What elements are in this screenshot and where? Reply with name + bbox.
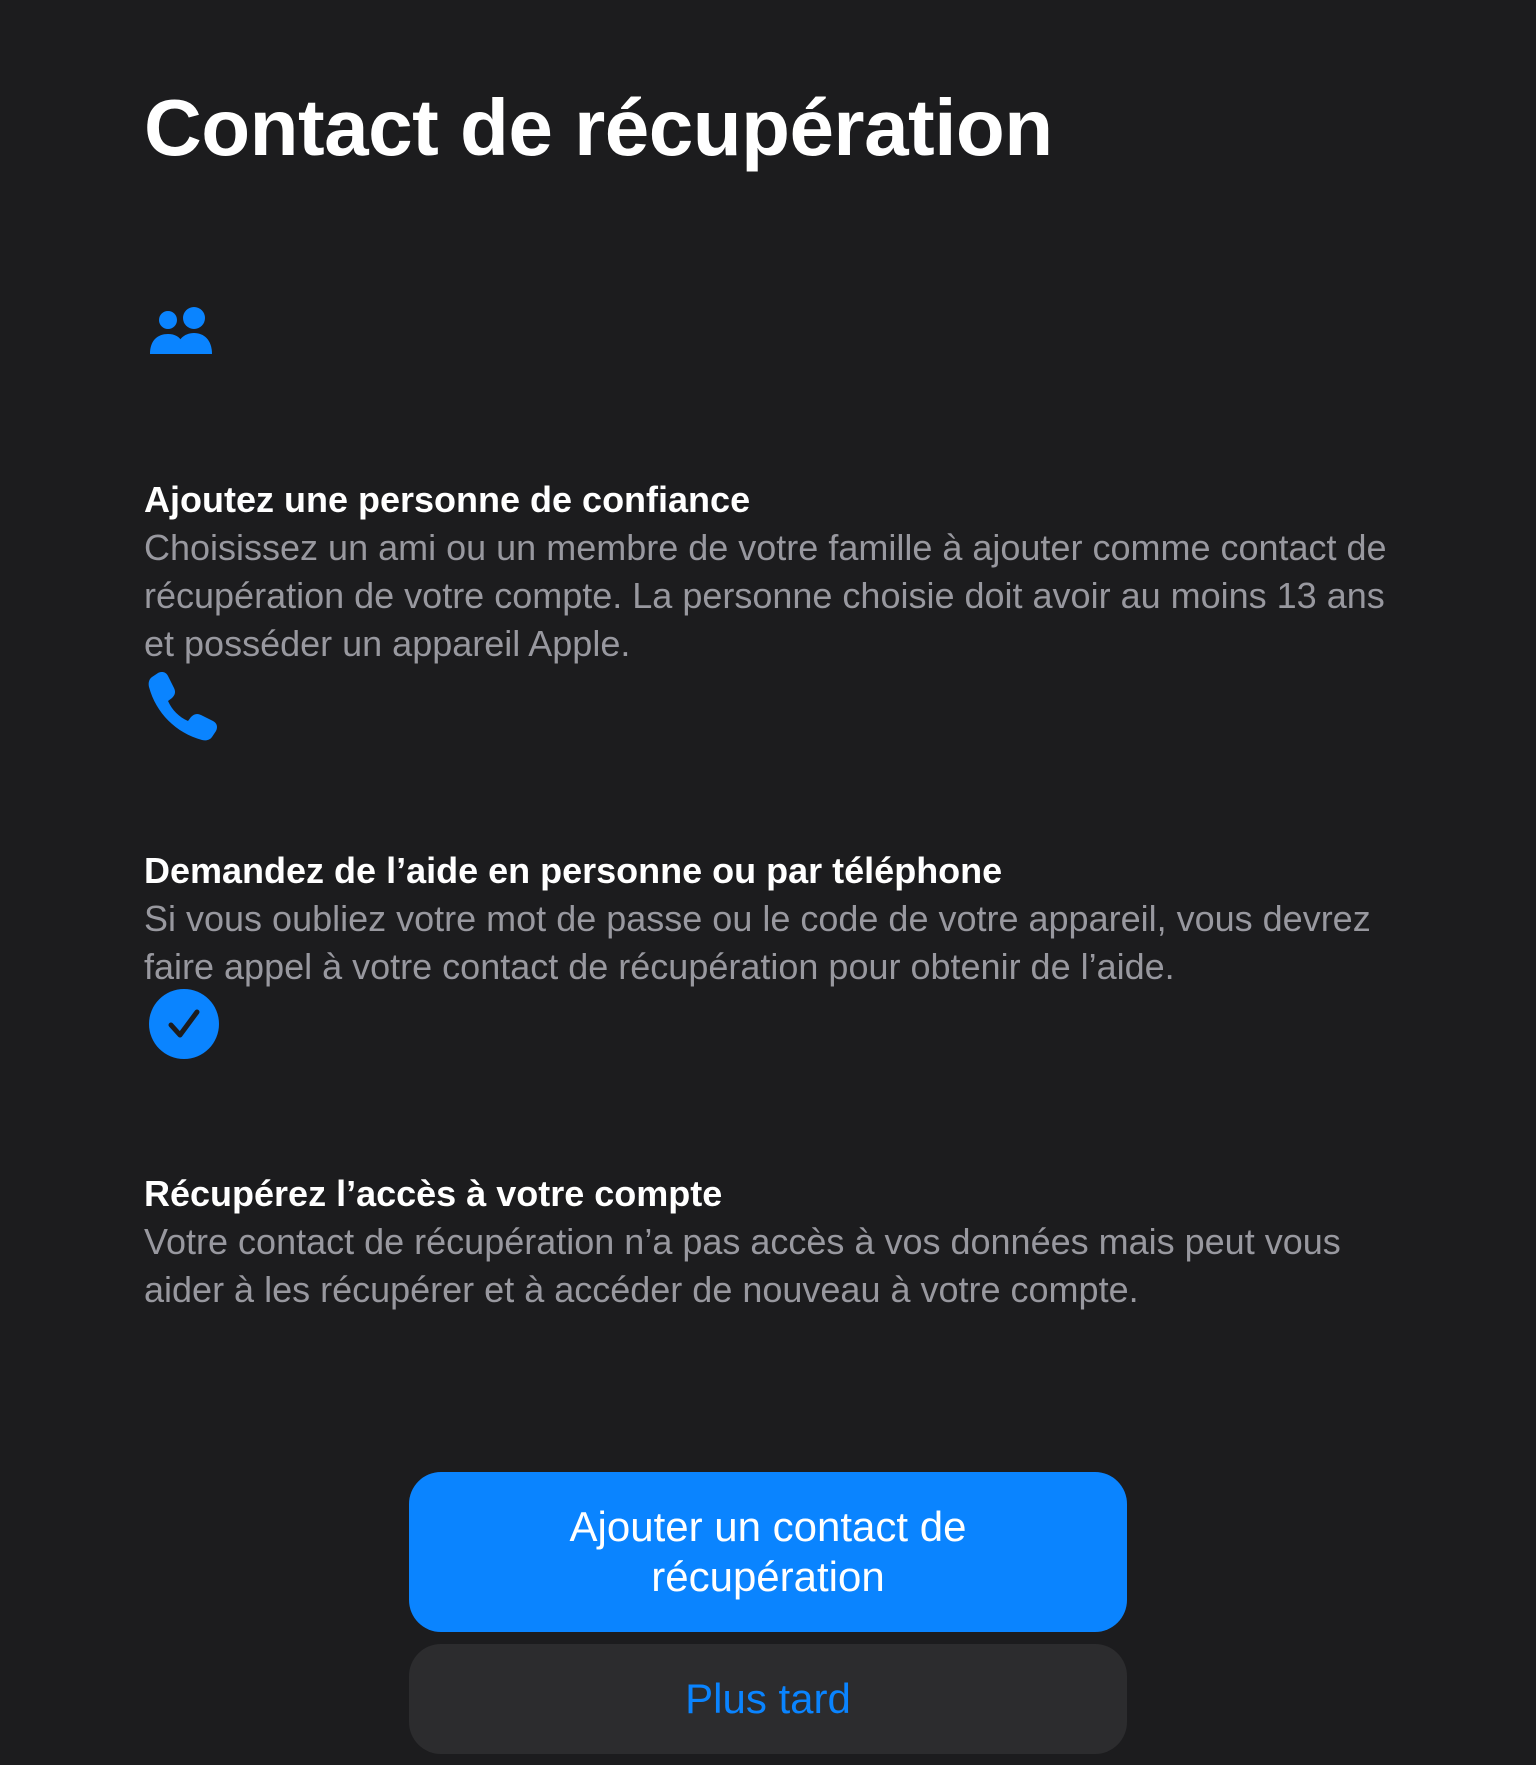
people-icon [144, 296, 224, 376]
phone-icon [144, 665, 224, 745]
checkmark-circle-icon [144, 984, 224, 1064]
feature-description: Choisissez un ami ou un membre de votre … [144, 527, 1387, 664]
feature-description: Votre contact de récupération n’a pas ac… [144, 1221, 1341, 1310]
feature-get-help: Demandez de l’aide en personne ou par té… [144, 665, 1394, 991]
add-recovery-contact-button[interactable]: Ajouter un contact de récupération [409, 1472, 1127, 1632]
feature-heading: Demandez de l’aide en personne ou par té… [144, 850, 1003, 891]
feature-heading: Récupérez l’accès à votre compte [144, 1173, 723, 1214]
feature-trusted-person: Ajoutez une personne de confiance Choisi… [144, 296, 1394, 668]
feature-heading: Ajoutez une personne de confiance [144, 479, 751, 520]
page-title: Contact de récupération [144, 83, 1053, 172]
later-button[interactable]: Plus tard [409, 1644, 1127, 1754]
feature-description: Si vous oubliez votre mot de passe ou le… [144, 898, 1371, 987]
feature-recover-access: Récupérez l’accès à votre compte Votre c… [144, 984, 1394, 1314]
